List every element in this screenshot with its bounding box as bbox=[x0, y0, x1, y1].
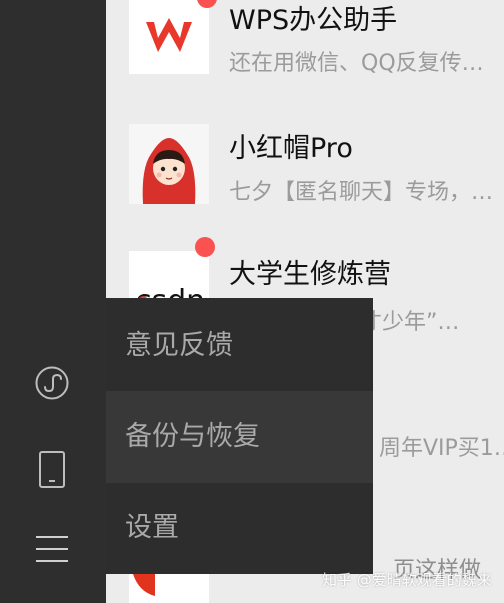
chat-avatar bbox=[129, 574, 209, 603]
menu-item-settings[interactable]: 设置 bbox=[106, 482, 373, 574]
red-hood-avatar bbox=[129, 124, 209, 204]
menu-item-backup-restore[interactable]: 备份与恢复 bbox=[106, 391, 373, 483]
chat-preview: 周年VIP买1… bbox=[379, 436, 504, 461]
chat-title: 小红帽Pro bbox=[229, 133, 353, 164]
wps-logo-avatar bbox=[129, 0, 209, 74]
watermark: 知乎 @爱晴软观看的魏来 bbox=[322, 571, 492, 589]
unread-badge bbox=[195, 237, 215, 257]
chat-title: 大学生修炼营 bbox=[229, 259, 391, 290]
menu-item-feedback[interactable]: 意见反馈 bbox=[106, 300, 373, 392]
chat-title: WPS办公助手 bbox=[229, 5, 398, 36]
chat-preview: 七夕【匿名聊天】专场，… bbox=[229, 180, 494, 205]
settings-popup-menu: 意见反馈 备份与恢复 设置 bbox=[106, 298, 373, 574]
chat-preview: 还在用微信、QQ反复传… bbox=[229, 51, 484, 76]
chat-item-red-hood[interactable]: 小红帽Pro 七夕【匿名聊天】专场，… bbox=[106, 104, 504, 222]
phone-icon[interactable] bbox=[30, 447, 74, 491]
sidebar bbox=[0, 0, 106, 603]
menu-icon[interactable] bbox=[30, 527, 74, 571]
mini-program-icon[interactable] bbox=[30, 361, 74, 405]
chat-item-wps[interactable]: WPS办公助手 还在用微信、QQ反复传… bbox=[106, 0, 504, 100]
